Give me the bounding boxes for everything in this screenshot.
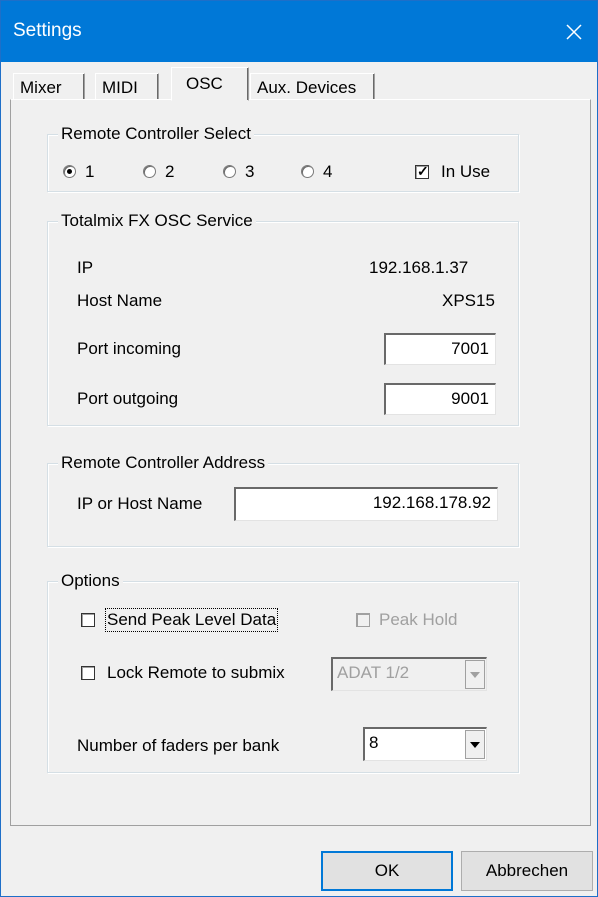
tab-mixer[interactable]: Mixer [13, 73, 85, 100]
lock-remote-checkbox[interactable] [81, 666, 95, 680]
send-peak-label: Send Peak Level Data [104, 608, 279, 632]
faders-per-bank-label: Number of faders per bank [77, 736, 280, 755]
group-legend: Remote Controller Select [58, 124, 254, 144]
host-name-label: Host Name [77, 291, 163, 310]
radio-remote-4[interactable] [301, 165, 314, 178]
group-legend: Totalmix FX OSC Service [58, 211, 256, 231]
group-legend: Options [58, 571, 123, 591]
ok-button[interactable]: OK [321, 851, 453, 891]
tab-label: MIDI [102, 78, 138, 97]
faders-select-value: 8 [369, 733, 379, 752]
cancel-button[interactable]: Abbrechen [461, 851, 593, 891]
submix-select[interactable]: ADAT 1/2 [331, 657, 487, 691]
radio-label: 1 [85, 162, 95, 181]
title-bar[interactable]: Settings [1, 1, 597, 62]
radio-remote-3[interactable] [223, 165, 236, 178]
radio-remote-1[interactable] [63, 165, 76, 178]
port-outgoing-input[interactable]: 9001 [384, 383, 496, 415]
tab-aux-devices[interactable]: Aux. Devices [250, 73, 375, 100]
close-icon [566, 23, 582, 40]
ip-value: 192.168.1.37 [369, 258, 469, 277]
peak-hold-checkbox[interactable] [356, 613, 370, 627]
close-button[interactable] [551, 1, 597, 62]
radio-remote-2[interactable] [143, 165, 156, 178]
radio-label: 4 [323, 162, 333, 181]
ip-label: IP [77, 258, 94, 277]
host-name-value: XPS15 [442, 291, 495, 310]
ip-or-host-input[interactable]: 192.168.178.92 [234, 487, 498, 521]
faders-per-bank-select[interactable]: 8 [363, 727, 487, 761]
port-outgoing-label: Port outgoing [77, 389, 179, 408]
radio-label: 2 [165, 162, 175, 181]
checkmark-icon: ✓ [417, 163, 429, 179]
submix-select-value: ADAT 1/2 [337, 663, 410, 682]
tab-midi[interactable]: MIDI [95, 73, 159, 100]
group-legend: Remote Controller Address [58, 453, 269, 473]
tab-label: Aux. Devices [257, 78, 357, 97]
chevron-down-icon [465, 730, 485, 759]
radio-label: 3 [245, 162, 255, 181]
port-incoming-label: Port incoming [77, 339, 181, 358]
tab-osc[interactable]: OSC [171, 67, 249, 101]
window-title: Settings [13, 20, 82, 41]
port-incoming-input[interactable]: 7001 [384, 333, 496, 365]
peak-hold-label: Peak Hold [379, 610, 458, 629]
in-use-label: In Use [441, 162, 491, 181]
in-use-checkbox[interactable]: ✓ [415, 163, 429, 179]
tab-label: Mixer [20, 78, 62, 97]
settings-window: Settings Mixer MIDI OSC Aux. Devices Rem… [0, 0, 598, 897]
tab-label: OSC [186, 74, 223, 93]
send-peak-checkbox[interactable] [81, 613, 95, 627]
chevron-down-icon [465, 660, 485, 689]
ip-or-host-label: IP or Host Name [77, 494, 203, 513]
lock-remote-label: Lock Remote to submix [107, 663, 285, 682]
